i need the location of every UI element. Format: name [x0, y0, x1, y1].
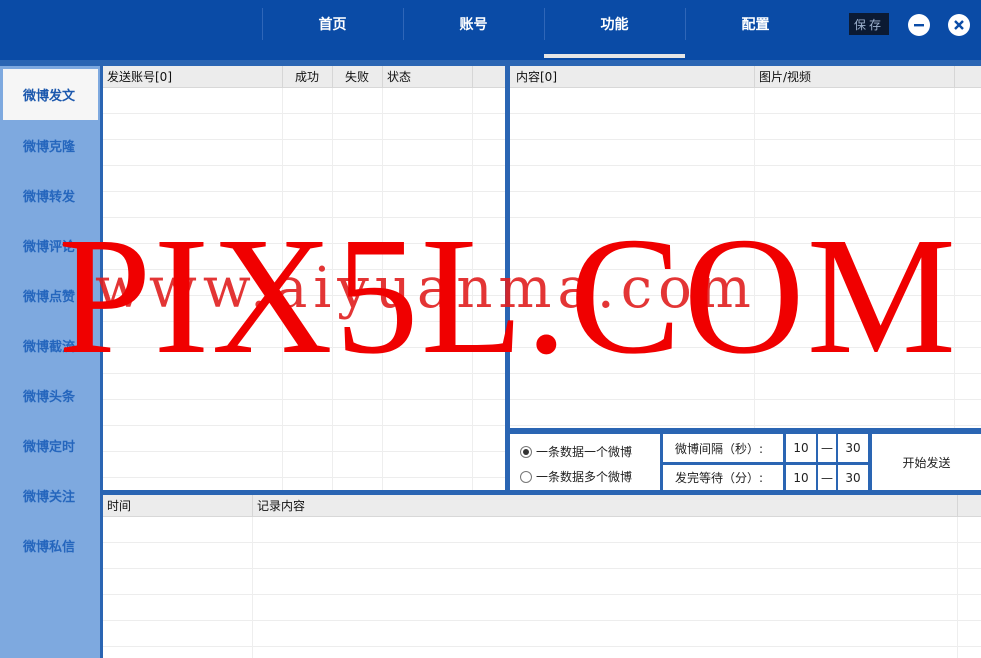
- wait-min-input[interactable]: 10: [786, 465, 816, 490]
- column-content[interactable]: 内容[0]: [510, 66, 755, 88]
- radio-multi-label: 一条数据多个微博: [536, 470, 633, 484]
- minus-icon: [914, 24, 924, 27]
- log-table[interactable]: 时间 记录内容: [103, 495, 981, 658]
- radio-multi-post[interactable]: 一条数据多个微博: [520, 468, 632, 485]
- minimize-button[interactable]: [908, 14, 930, 36]
- column-media[interactable]: 图片/视频: [755, 66, 955, 88]
- wait-max-input[interactable]: 30: [838, 465, 868, 490]
- save-button[interactable]: 保存: [849, 13, 889, 35]
- tab-account[interactable]: 账号: [403, 0, 544, 60]
- tab-home-label: 首页: [318, 17, 347, 33]
- radio-single-post[interactable]: 一条数据一个微博: [520, 443, 632, 460]
- radio-unchecked-icon: [520, 470, 532, 483]
- tab-config-label: 配置: [741, 17, 770, 33]
- wait-separator: —: [818, 465, 836, 490]
- tab-function-label: 功能: [600, 17, 629, 33]
- sidebar-item-clone[interactable]: 微博克隆: [0, 120, 100, 170]
- close-button[interactable]: [948, 14, 970, 36]
- column-time[interactable]: 时间: [103, 495, 253, 517]
- column-success[interactable]: 成功: [283, 66, 333, 88]
- tab-home[interactable]: 首页: [262, 0, 403, 60]
- app-window: 首页 账号 功能 配置 保存 微博发文 微博克隆 微博转发 微博评论 微博点赞 …: [0, 0, 981, 658]
- sidebar-item-follow[interactable]: 微博关注: [0, 470, 100, 520]
- column-fail[interactable]: 失败: [333, 66, 383, 88]
- post-mode-group: 一条数据一个微博 一条数据多个微博: [510, 434, 660, 490]
- column-log-content[interactable]: 记录内容: [253, 495, 958, 517]
- radio-single-label: 一条数据一个微博: [536, 445, 633, 459]
- interval-separator: —: [818, 434, 836, 462]
- sidebar-item-schedule[interactable]: 微博定时: [0, 420, 100, 470]
- content-table-header: 内容[0] 图片/视频: [510, 66, 981, 88]
- start-send-button[interactable]: 开始发送: [872, 434, 981, 490]
- column-send-account[interactable]: 发送账号[0]: [103, 66, 283, 88]
- wait-label: 发完等待（分）:: [663, 465, 783, 490]
- main-tabs: 首页 账号 功能 配置: [262, 0, 826, 60]
- watermark-text: PIX5L.COM: [58, 203, 959, 389]
- close-icon: [954, 20, 964, 30]
- tab-config[interactable]: 配置: [685, 0, 826, 60]
- log-table-body: [103, 517, 981, 658]
- interval-min-input[interactable]: 10: [786, 434, 816, 462]
- accounts-table-header: 发送账号[0] 成功 失败 状态: [103, 66, 505, 88]
- interval-label: 微博间隔（秒）:: [663, 434, 783, 462]
- interval-max-input[interactable]: 30: [838, 434, 868, 462]
- tab-account-label: 账号: [459, 17, 488, 33]
- sidebar-item-post[interactable]: 微博发文: [3, 69, 98, 120]
- top-bar: 首页 账号 功能 配置 保存: [0, 0, 981, 60]
- log-table-header: 时间 记录内容: [103, 495, 981, 517]
- sidebar-item-message[interactable]: 微博私信: [0, 520, 100, 570]
- tab-function[interactable]: 功能: [544, 0, 685, 60]
- column-status[interactable]: 状态: [383, 66, 473, 88]
- radio-checked-icon: [520, 445, 532, 458]
